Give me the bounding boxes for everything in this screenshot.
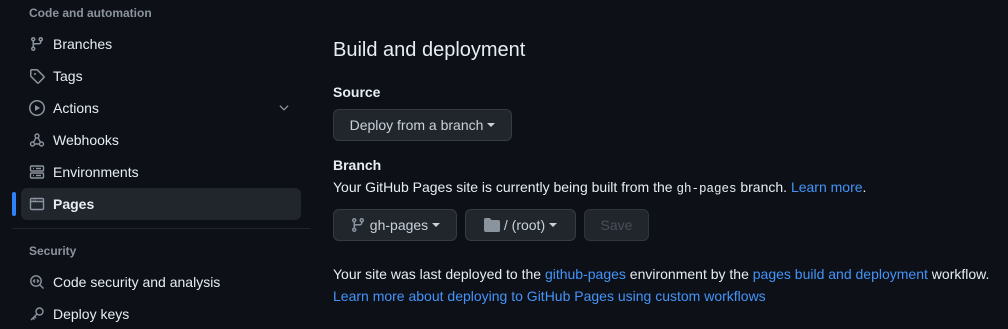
folder-select-button[interactable]: / (root) bbox=[465, 209, 576, 241]
sidebar-item-branches[interactable]: Branches bbox=[21, 28, 301, 60]
key-icon bbox=[29, 306, 45, 322]
folder-select-label: / (root) bbox=[503, 217, 546, 233]
codescan-icon bbox=[29, 274, 45, 290]
sidebar-item-environments[interactable]: Environments bbox=[21, 156, 301, 188]
branch-icon bbox=[29, 36, 45, 52]
sidebar-item-label: Deploy keys bbox=[53, 306, 130, 322]
deploy-middle: environment by the bbox=[629, 266, 749, 282]
workflow-link[interactable]: pages build and deployment bbox=[753, 266, 928, 282]
branch-label: Branch bbox=[333, 157, 382, 173]
webhook-icon bbox=[29, 132, 45, 148]
pages-settings-main: Build and deployment Source Deploy from … bbox=[333, 0, 1003, 329]
deploy-suffix: workflow. bbox=[931, 266, 990, 282]
sidebar-item-webhooks[interactable]: Webhooks bbox=[21, 124, 301, 156]
branch-desc-suffix: branch. bbox=[740, 179, 788, 195]
sidebar-divider bbox=[12, 228, 310, 229]
browser-icon bbox=[29, 196, 45, 212]
sidebar-item-label: Webhooks bbox=[53, 132, 119, 148]
sidebar-item-pages[interactable]: Pages bbox=[21, 188, 301, 220]
sidebar-item-label: Code security and analysis bbox=[53, 274, 221, 290]
custom-workflows-link[interactable]: Learn more about deploying to GitHub Pag… bbox=[333, 288, 766, 304]
caret-down-icon bbox=[549, 223, 558, 227]
active-indicator bbox=[12, 192, 16, 216]
sidebar-item-label: Tags bbox=[53, 68, 83, 84]
caret-down-icon bbox=[432, 223, 441, 227]
branch-select-button[interactable]: gh-pages bbox=[333, 209, 457, 241]
source-dropdown-button[interactable]: Deploy from a branch bbox=[333, 109, 512, 141]
sidebar-item-label: Environments bbox=[53, 164, 139, 180]
tag-icon bbox=[29, 68, 45, 84]
sidebar-item-actions[interactable]: Actions bbox=[21, 92, 301, 124]
source-label: Source bbox=[333, 84, 381, 100]
branch-description: Your GitHub Pages site is currently bein… bbox=[333, 179, 866, 196]
deploy-prefix: Your site was last deployed to the bbox=[333, 266, 542, 282]
learn-more-period: . bbox=[862, 179, 867, 195]
save-button[interactable]: Save bbox=[584, 209, 649, 241]
section-title-code-automation: Code and automation bbox=[29, 6, 152, 20]
chevron-down-icon[interactable] bbox=[277, 101, 291, 115]
branch-desc-prefix: Your GitHub Pages site is currently bein… bbox=[333, 179, 673, 195]
section-title-security: Security bbox=[29, 244, 77, 258]
branch-select-label: gh-pages bbox=[369, 217, 429, 233]
source-dropdown-label: Deploy from a branch bbox=[349, 117, 484, 133]
sidebar-item-code-security[interactable]: Code security and analysis bbox=[21, 266, 301, 298]
sidebar-item-label: Pages bbox=[53, 196, 95, 212]
environment-link[interactable]: github-pages bbox=[545, 266, 626, 282]
sidebar-item-label: Branches bbox=[53, 36, 113, 52]
page-title: Build and deployment bbox=[333, 39, 526, 61]
folder-icon bbox=[483, 217, 500, 233]
sidebar-item-deploy-keys[interactable]: Deploy keys bbox=[21, 298, 301, 329]
server-icon bbox=[29, 164, 45, 180]
branch-icon bbox=[350, 217, 366, 233]
sidebar-item-label: Actions bbox=[53, 100, 99, 116]
caret-down-icon bbox=[487, 123, 496, 127]
play-icon bbox=[29, 100, 45, 116]
custom-workflows-line: Learn more about deploying to GitHub Pag… bbox=[333, 288, 766, 304]
learn-more-link[interactable]: Learn more bbox=[791, 179, 863, 195]
settings-sidebar: Code and automation Branches Tags Action… bbox=[0, 0, 310, 329]
sidebar-item-tags[interactable]: Tags bbox=[21, 60, 301, 92]
branch-desc-code: gh-pages bbox=[676, 182, 737, 196]
deploy-status-line: Your site was last deployed to the githu… bbox=[333, 266, 989, 282]
